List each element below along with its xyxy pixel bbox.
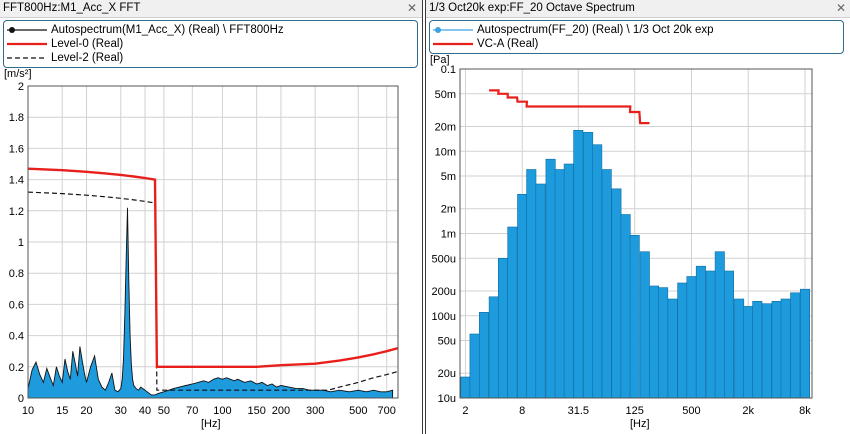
grid [27,85,398,399]
octave-bar [771,300,782,399]
octave-bar [677,282,688,399]
x-tick-label: 10 [22,405,34,417]
y-tick-label: 500u [432,253,456,265]
fft-window: FFT800Hz:M1_Acc_X FFT ✕ Autospectrum(M1_… [0,0,423,434]
octave-bar [667,298,678,399]
octave-bar [488,296,499,399]
octave-bar [563,163,574,399]
x-tick-label: 8 [519,405,525,417]
octave-bar [714,251,725,399]
y-tick-label: 10m [435,146,456,158]
y-tick-label: 1m [441,229,456,241]
octave-bar [460,376,471,399]
octave-bar [583,132,594,399]
octave-bar [761,303,772,399]
x-tick-label: 500 [682,405,700,417]
octave-bar [573,130,584,399]
y-tick-label: 0.4 [9,331,24,343]
octave-bar [478,311,489,399]
octave-bar [620,214,631,399]
octave-bar [734,298,745,399]
y-tick-label: 1.6 [9,143,24,155]
x-tick-label: 2 [462,405,468,417]
y-tick-label: 100u [432,311,456,323]
autospectrum-area [27,207,394,399]
octave-bar [526,169,537,399]
octave-window: 1/3 Oct20k exp:FF_20 Octave Spectrum ✕ A… [425,0,850,434]
octave-bar [723,270,734,399]
y-tick-label: 5m [441,171,456,183]
octave-bar [469,333,480,399]
y-tick-label: 0.2 [9,362,24,374]
y-tick-label: 0.8 [9,268,24,280]
octave-bar [554,169,565,399]
y-tick-label: 2m [441,204,456,216]
y-tick-label: 0.1 [441,64,456,76]
octave-bar [658,287,669,399]
y-tick-label: 0 [18,393,24,405]
y-tick-label: 1.8 [9,112,24,124]
x-tick-label: 31.5 [568,405,589,417]
octave-bar [545,158,556,399]
y-tick-label: 1.2 [9,206,24,218]
octave-bar [752,300,763,399]
octave-bar [535,183,546,399]
x-tick-label: 70 [186,405,198,417]
octave-bar [705,270,716,399]
x-tick-label: 700 [378,405,396,417]
x-tick-label: 150 [247,405,265,417]
x-tick-label: 50 [158,405,170,417]
octave-bar [601,169,612,399]
x-tick-label: 300 [306,405,324,417]
y-tick-label: 10u [438,393,456,405]
y-tick-label: 20m [435,121,456,133]
x-tick-label: 30 [115,405,127,417]
level-0-line [27,167,399,368]
x-tick-label: 100 [213,405,231,417]
octave-bars [460,130,810,399]
octave-chart[interactable]: 10u 20u 50u 100u 200u 500u 1m 2m 5m 10m 20m 50m 0.1 2… [426,0,850,434]
octave-bar [498,257,509,399]
x-tick-label: 8k [799,405,811,417]
x-axis-unit: [Hz] [630,418,650,430]
x-tick-label: 200 [272,405,290,417]
octave-bar [686,276,697,399]
y-tick-label: 2 [18,81,24,93]
octave-bar [592,144,603,399]
octave-bar [611,188,622,399]
y-tick-label: 20u [438,368,456,380]
octave-bar [507,226,518,399]
vc-a-line [489,89,650,125]
octave-bar [799,288,810,399]
x-tick-label: 125 [626,405,644,417]
octave-bar [629,235,640,399]
x-tick-label: 20 [80,405,92,417]
y-tick-label: 50u [438,336,456,348]
octave-bar [639,251,650,399]
y-tick-label: 50m [435,89,456,101]
x-tick-label: 40 [139,405,151,417]
octave-bar [517,194,528,399]
y-tick-label: 0.6 [9,299,24,311]
octave-bar [743,306,754,399]
fft-chart[interactable]: 0 0.2 0.4 0.6 0.8 1 1.2 1.4 1.6 1.8 2 10 15 20 30 40 50 7… [0,0,422,434]
octave-bar [780,298,791,399]
octave-bar [649,285,660,399]
x-tick-label: 2k [742,405,754,417]
y-tick-label: 200u [432,286,456,298]
octave-bar [790,292,801,399]
y-tick-label: 1.4 [9,175,24,187]
x-tick-label: 15 [56,405,68,417]
x-tick-label: 500 [349,405,367,417]
x-axis-unit: [Hz] [201,418,221,430]
y-tick-label: 1 [18,237,24,249]
octave-bar [695,265,706,399]
